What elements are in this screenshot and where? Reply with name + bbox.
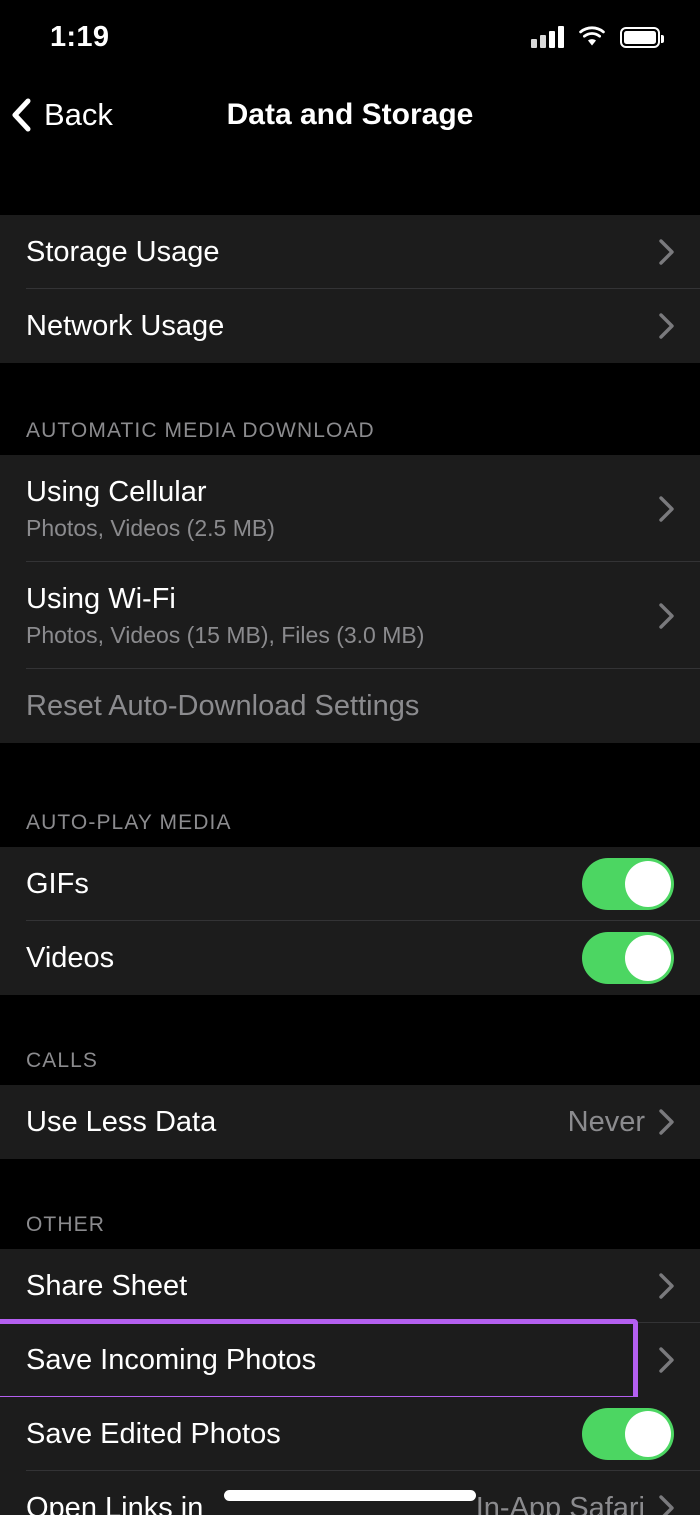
battery-full-icon bbox=[620, 26, 664, 48]
row-storage-usage[interactable]: Storage Usage bbox=[0, 215, 700, 289]
section-other: Share Sheet Save Incoming Photos Save Ed… bbox=[0, 1249, 700, 1515]
status-bar-icons bbox=[531, 26, 664, 48]
section-automatic-media-download: Using Cellular Photos, Videos (2.5 MB) U… bbox=[0, 455, 700, 743]
row-save-incoming-photos[interactable]: Save Incoming Photos bbox=[0, 1319, 700, 1401]
toggle-save-edited-photos[interactable] bbox=[582, 1408, 674, 1460]
row-using-wifi[interactable]: Using Wi-Fi Photos, Videos (15 MB), File… bbox=[0, 562, 700, 669]
row-value: Never bbox=[567, 1105, 645, 1138]
row-use-less-data[interactable]: Use Less Data Never bbox=[0, 1085, 700, 1159]
navigation-bar: Back Data and Storage bbox=[0, 74, 700, 156]
home-indicator bbox=[224, 1490, 476, 1501]
chevron-left-icon bbox=[12, 98, 31, 132]
row-subtitle: Photos, Videos (15 MB), Files (3.0 MB) bbox=[26, 621, 425, 648]
row-label: Videos bbox=[26, 941, 115, 974]
chevron-right-icon bbox=[659, 495, 674, 522]
toggle-gifs[interactable] bbox=[582, 858, 674, 910]
status-bar: 1:19 bbox=[0, 0, 700, 74]
toggle-knob bbox=[625, 861, 671, 907]
section-gap bbox=[0, 995, 700, 1041]
chevron-right-icon bbox=[659, 239, 674, 265]
toggle-videos[interactable] bbox=[582, 932, 674, 984]
row-value: In-App Safari bbox=[475, 1491, 645, 1515]
row-label: Use Less Data bbox=[26, 1105, 217, 1138]
chevron-right-icon bbox=[659, 1109, 674, 1135]
row-label: Share Sheet bbox=[26, 1269, 188, 1302]
back-button[interactable]: Back bbox=[0, 97, 113, 133]
row-label: Save Edited Photos bbox=[26, 1417, 281, 1450]
chevron-right-icon bbox=[659, 1273, 674, 1299]
row-label: Network Usage bbox=[26, 309, 225, 342]
row-subtitle: Photos, Videos (2.5 MB) bbox=[26, 514, 275, 541]
cellular-signal-icon bbox=[531, 26, 564, 48]
row-label: Storage Usage bbox=[26, 235, 220, 268]
section-header-other: OTHER bbox=[0, 1205, 700, 1249]
row-label: Reset Auto-Download Settings bbox=[26, 689, 420, 722]
section-header-calls: CALLS bbox=[0, 1041, 700, 1085]
row-reset-auto-download-settings[interactable]: Reset Auto-Download Settings bbox=[0, 669, 700, 743]
row-label: GIFs bbox=[26, 867, 89, 900]
row-share-sheet[interactable]: Share Sheet bbox=[0, 1249, 700, 1323]
toggle-knob bbox=[625, 1411, 671, 1457]
section-header-auto-play-media: AUTO-PLAY MEDIA bbox=[0, 801, 700, 847]
chevron-right-icon bbox=[659, 602, 674, 629]
section-gap bbox=[0, 743, 700, 801]
section-gap bbox=[0, 156, 700, 215]
row-label: Open Links in bbox=[26, 1491, 204, 1515]
row-label: Save Incoming Photos bbox=[26, 1343, 317, 1376]
chevron-right-icon bbox=[659, 313, 674, 339]
wifi-icon bbox=[579, 26, 605, 46]
section-gap bbox=[0, 363, 700, 409]
row-gifs[interactable]: GIFs bbox=[0, 847, 700, 921]
section-calls: Use Less Data Never bbox=[0, 1085, 700, 1159]
section-auto-play-media: GIFs Videos bbox=[0, 847, 700, 995]
row-using-cellular[interactable]: Using Cellular Photos, Videos (2.5 MB) bbox=[0, 455, 700, 562]
row-save-edited-photos[interactable]: Save Edited Photos bbox=[0, 1397, 700, 1471]
row-label: Using Wi-Fi bbox=[26, 582, 176, 615]
status-bar-clock: 1:19 bbox=[50, 20, 110, 53]
row-label: Using Cellular bbox=[26, 475, 207, 508]
section-gap bbox=[0, 1159, 700, 1205]
row-videos[interactable]: Videos bbox=[0, 921, 700, 995]
row-network-usage[interactable]: Network Usage bbox=[0, 289, 700, 363]
section-header-automatic-media-download: AUTOMATIC MEDIA DOWNLOAD bbox=[0, 409, 700, 455]
settings-screen: 1:19 Back Data and Storage Storage Usage… bbox=[0, 0, 700, 1515]
toggle-knob bbox=[625, 935, 671, 981]
section-general: Storage Usage Network Usage bbox=[0, 215, 700, 363]
chevron-right-icon bbox=[659, 1347, 674, 1373]
chevron-right-icon bbox=[659, 1495, 674, 1515]
back-button-label: Back bbox=[44, 97, 113, 132]
